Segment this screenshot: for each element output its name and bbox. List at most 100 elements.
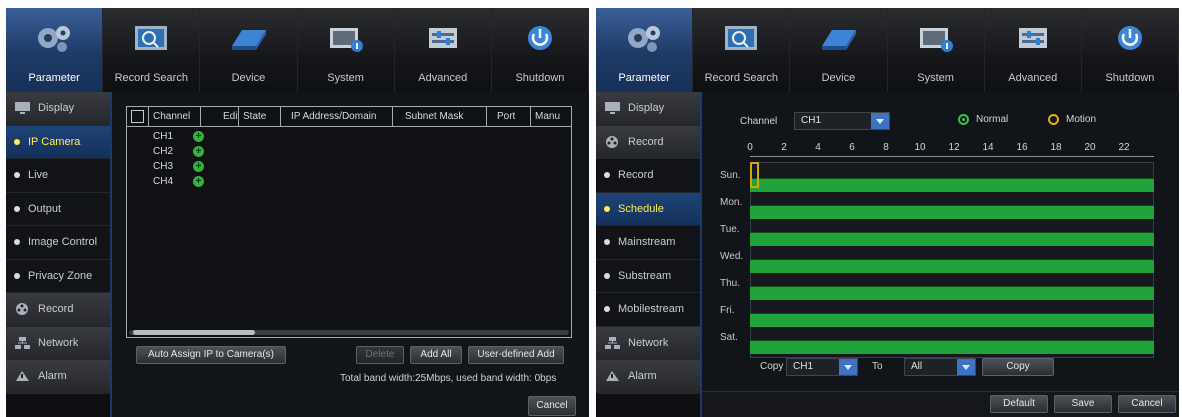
sidebar-item-label: Image Control	[28, 236, 98, 249]
select-all-checkbox[interactable]	[127, 107, 149, 126]
bullet-icon	[14, 172, 20, 179]
chevron-down-icon	[839, 359, 857, 375]
sidebar-item-label: Mobilestream	[618, 303, 685, 316]
table-row[interactable]: CH4 +	[127, 174, 571, 189]
tab-system[interactable]: System	[888, 8, 985, 92]
channel-label: Channel	[740, 116, 778, 127]
sidebar-item-network[interactable]: Network	[596, 326, 700, 360]
sidebar-item-display[interactable]: Display	[596, 92, 700, 126]
scrollbar-thumb[interactable]	[133, 330, 255, 335]
power-icon	[527, 26, 552, 50]
schedule-bar[interactable]	[750, 340, 1154, 354]
sidebar-item-privacy-zone[interactable]: Privacy Zone	[6, 259, 110, 293]
tab-device[interactable]: Device	[200, 8, 298, 92]
sidebar-item-record-group[interactable]: Record	[596, 125, 700, 159]
system-info-icon	[329, 28, 363, 52]
normal-radio[interactable]	[958, 114, 969, 125]
hour-label: 4	[815, 142, 821, 153]
tab-label: Advanced	[418, 72, 468, 84]
tab-parameter[interactable]: Parameter	[6, 8, 104, 92]
sidebar-item-label: Record	[618, 169, 654, 182]
system-info-icon	[919, 28, 953, 52]
schedule-bar[interactable]	[750, 259, 1154, 273]
channel-cell: CH1	[153, 131, 174, 142]
sidebar-item-label: Display	[38, 102, 75, 115]
channel-cell: CH2	[153, 146, 174, 157]
bullet-icon	[14, 138, 20, 145]
copy-to-select[interactable]: All	[904, 358, 976, 376]
sidebar-item-mainstream[interactable]: Mainstream	[596, 226, 700, 260]
sidebar-item-schedule[interactable]: Schedule	[596, 192, 700, 226]
sidebar-item-ip-camera[interactable]: IP Camera	[6, 125, 110, 159]
save-button[interactable]: Save	[1054, 395, 1112, 413]
sidebar-item-label: Network	[628, 336, 669, 349]
sidebar-item-record[interactable]: Record	[6, 293, 110, 327]
sidebar-item-label: Display	[628, 102, 665, 115]
sidebar-item-record[interactable]: Record	[596, 159, 700, 193]
sidebar-item-network[interactable]: Network	[6, 326, 110, 360]
sidebar-item-image-control[interactable]: Image Control	[6, 226, 110, 260]
hour-label: 14	[982, 142, 994, 153]
table-row[interactable]: CH1 +	[127, 129, 571, 144]
add-camera-icon[interactable]: +	[193, 161, 204, 172]
tab-record-search[interactable]: Record Search	[103, 8, 201, 92]
channel-select-value: CH1	[801, 115, 822, 126]
alarm-icon	[16, 371, 29, 382]
sidebar-item-display[interactable]: Display	[6, 92, 110, 126]
schedule-bar[interactable]	[750, 232, 1154, 246]
tab-device[interactable]: Device	[790, 8, 888, 92]
tab-parameter[interactable]: Parameter	[596, 8, 694, 92]
delete-button[interactable]: Delete	[356, 346, 404, 364]
add-all-button[interactable]: Add All	[410, 346, 462, 364]
default-button[interactable]: Default	[990, 395, 1048, 413]
tab-label: Record Search	[114, 72, 188, 84]
auto-assign-ip-button[interactable]: Auto Assign IP to Camera(s)	[136, 346, 286, 364]
to-label: To	[872, 361, 883, 372]
tab-advanced[interactable]: Advanced	[985, 8, 1082, 92]
column-header: State	[239, 107, 281, 126]
motion-radio[interactable]	[1048, 114, 1059, 125]
copy-button[interactable]: Copy	[982, 358, 1054, 376]
table-row[interactable]: CH3 +	[127, 159, 571, 174]
copy-from-select[interactable]: CH1	[786, 358, 858, 376]
tab-shutdown[interactable]: Shutdown	[1082, 8, 1179, 92]
column-spacer	[201, 107, 219, 126]
schedule-bar[interactable]	[750, 313, 1154, 327]
sidebar-item-label: Output	[28, 202, 62, 215]
bullet-icon	[14, 272, 20, 279]
channel-select[interactable]: CH1	[794, 112, 890, 130]
horizontal-scrollbar[interactable]	[129, 330, 569, 335]
schedule-bar[interactable]	[750, 178, 1154, 192]
sidebar-item-live[interactable]: Live	[6, 159, 110, 193]
tab-record-search[interactable]: Record Search	[693, 8, 791, 92]
day-label: Wed.	[720, 251, 744, 262]
sidebar-item-output[interactable]: Output	[6, 192, 110, 226]
hour-label: 20	[1084, 142, 1096, 153]
copy-from-value: CH1	[793, 361, 814, 372]
channel-cell: CH4	[153, 176, 174, 187]
cancel-button[interactable]: Cancel	[528, 396, 576, 416]
add-camera-icon[interactable]: +	[193, 176, 204, 187]
tab-system[interactable]: System	[298, 8, 395, 92]
tab-advanced[interactable]: Advanced	[395, 8, 492, 92]
sidebar-item-alarm[interactable]: Alarm	[596, 360, 700, 394]
cancel-button[interactable]: Cancel	[1118, 395, 1176, 413]
record-search-icon	[135, 26, 168, 50]
day-label: Mon.	[720, 197, 743, 208]
bullet-icon	[604, 239, 610, 246]
add-camera-icon[interactable]: +	[193, 146, 204, 157]
bullet-icon	[604, 172, 610, 179]
sidebar-item-substream[interactable]: Substream	[596, 259, 700, 293]
sidebar-item-label: Schedule	[618, 202, 664, 215]
copy-to-value: All	[911, 361, 923, 372]
schedule-bar[interactable]	[750, 286, 1154, 300]
schedule-bar[interactable]	[750, 205, 1154, 219]
user-defined-add-button[interactable]: User-defined Add	[468, 346, 564, 364]
sidebar-item-mobilestream[interactable]: Mobilestream	[596, 293, 700, 327]
sidebar-item-alarm[interactable]: Alarm	[6, 360, 110, 394]
chevron-down-icon	[957, 359, 975, 375]
hour-label: 8	[883, 142, 889, 153]
add-camera-icon[interactable]: +	[193, 131, 204, 142]
tab-shutdown[interactable]: Shutdown	[492, 8, 589, 92]
table-row[interactable]: CH2 +	[127, 144, 571, 159]
